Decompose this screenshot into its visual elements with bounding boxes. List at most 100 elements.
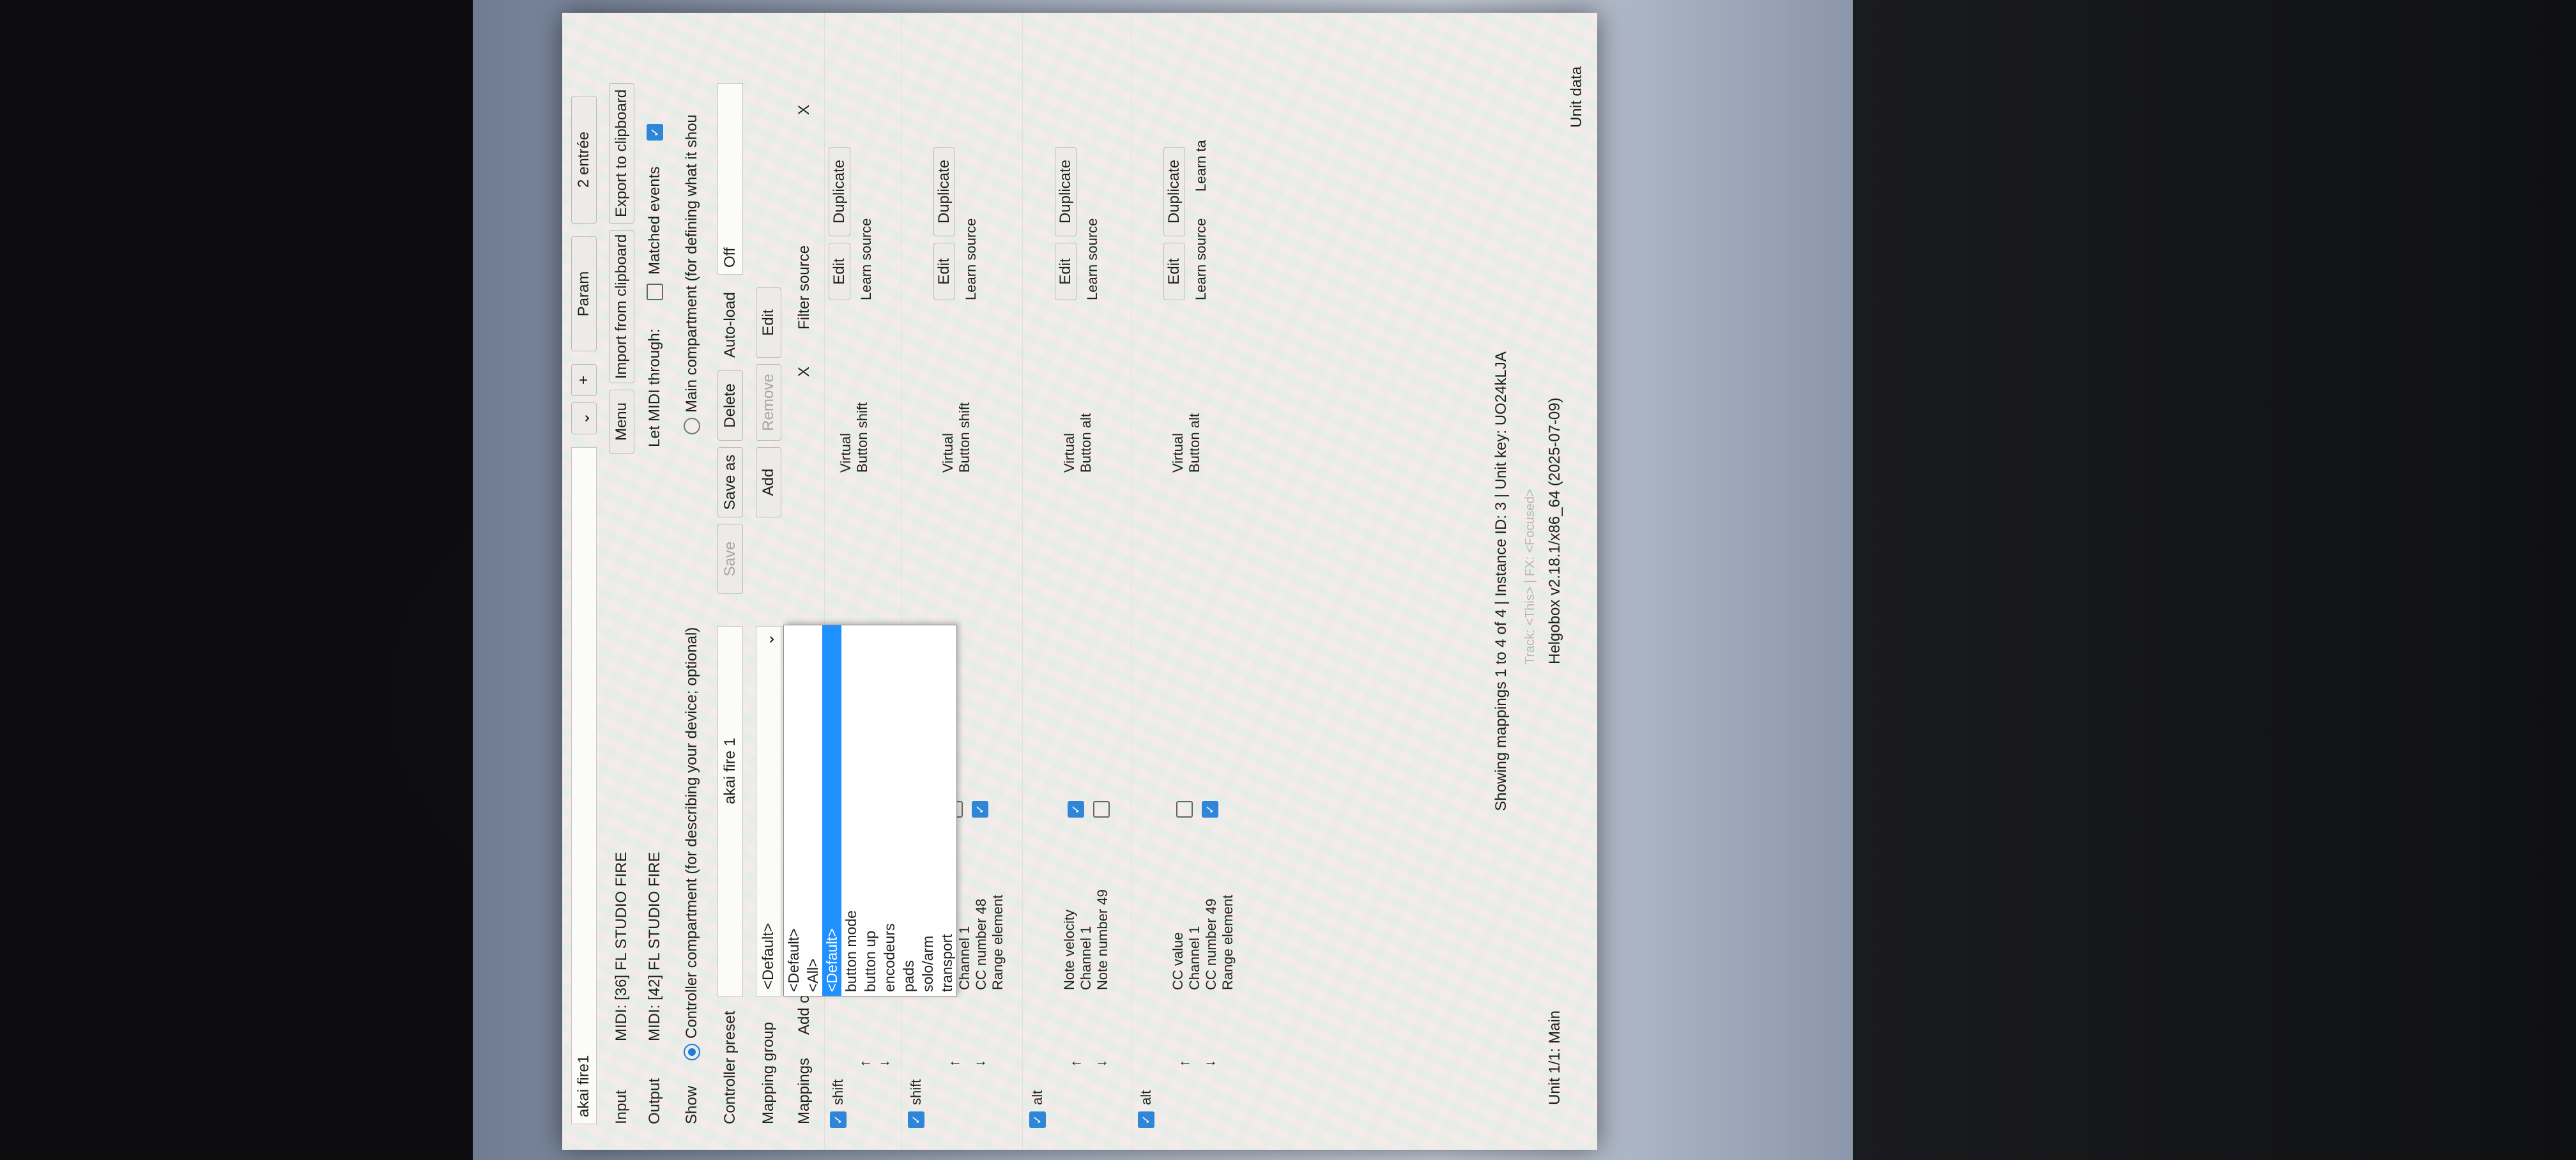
dropdown-option[interactable]: encodeurs [880,625,899,996]
target-name: Button shift [854,402,870,473]
arrow-up-icon[interactable]: ↑ [1068,1060,1084,1067]
input-value: MIDI: [36] FL STUDIO FIRE [613,851,630,1041]
output-label: Output [646,1078,663,1124]
helgobox-window: akai fire1 ⌄ + Param 2 entrée Input MIDI… [562,13,1597,1150]
dropdown-option[interactable]: pads [899,625,918,996]
status-summary-row: Showing mappings 1 to 4 of 4 | Instance … [1489,13,1514,1150]
preset-select[interactable]: akai fire 1 [717,626,743,996]
mapping-name: alt [1029,1090,1045,1105]
learn-source-button[interactable]: Learn source [1084,218,1101,300]
source-learn-checkbox[interactable] [1176,801,1193,818]
main-compartment-radio[interactable] [684,418,700,434]
add-one-button[interactable]: Add o [795,995,813,1035]
output-select[interactable]: MIDI: [42] FL STUDIO FIRE [642,690,668,1048]
arrow-down-icon[interactable]: ↓ [972,1060,988,1067]
dropdown-option[interactable]: button up [861,625,880,996]
mapping-name: shift [830,1079,846,1105]
learn-source-button[interactable]: Learn source [1193,218,1209,300]
mapping-duplicate-button[interactable]: Duplicate [1163,147,1185,236]
preset-delete-button[interactable]: Delete [717,370,743,441]
learn-source-button[interactable]: Learn source [858,218,875,300]
mapping-row-3[interactable]: ✓ alt ↑ ↓ Note velocity Channel 1 Note n… [1022,13,1131,1150]
mapping-duplicate-button[interactable]: Duplicate [933,147,955,236]
group-edit-button[interactable]: Edit [756,287,781,358]
mapping-enable-checkbox[interactable]: ✓ [908,1111,924,1128]
mapping-group-dropdown[interactable]: <Default> <All> <Default> button mode bu… [783,625,957,996]
export-clipboard-button[interactable]: Export to clipboard [609,83,634,224]
mapping-edit-button[interactable]: Edit [1163,243,1185,300]
arrow-down-icon[interactable]: ↓ [876,1060,893,1067]
filter-source-button[interactable]: Filter source [792,224,817,351]
dropdown-option[interactable]: solo/arm [918,625,937,996]
target-type: Virtual [1061,433,1077,473]
window-title-field[interactable]: akai fire1 [571,447,597,1124]
clear-filter-icon[interactable]: X [795,367,813,377]
add-instance-button[interactable]: + [571,364,597,396]
matched-events-label: Matched events [646,166,663,275]
dropdown-option-selected[interactable]: <Default> [822,625,841,996]
arrow-down-icon[interactable]: ↓ [1093,1060,1110,1067]
import-clipboard-button[interactable]: Import from clipboard [609,230,634,383]
mapping-duplicate-button[interactable]: Duplicate [1055,147,1077,236]
mappings-label: Mappings [795,1057,813,1124]
status-track-row: Track: <This> | FX: <Focused> [1521,13,1540,1150]
input-label: Input [613,1090,630,1124]
arrow-up-icon[interactable]: ↑ [857,1060,873,1067]
source-learn-checkbox[interactable]: ✓ [1068,801,1084,818]
mapping-row-4[interactable]: ✓ alt ↑ ↓ CC value Channel 1 CC number 4… [1131,13,1272,1150]
window-title: akai fire1 [575,1055,592,1117]
mapping-name: alt [1138,1090,1154,1105]
title-row: akai fire1 ⌄ + Param 2 entrée [569,13,599,1150]
chevron-down-icon: ⌄ [760,633,778,646]
menu-button[interactable]: Menu [609,390,634,454]
input-select[interactable]: MIDI: [36] FL STUDIO FIRE [609,690,634,1048]
target-learn-checkbox[interactable] [1093,801,1110,818]
mapping-edit-button[interactable]: Edit [1055,243,1077,300]
show-label: Show [683,1085,700,1124]
mapping-edit-button[interactable]: Edit [933,243,955,300]
mapping-enable-checkbox[interactable]: ✓ [1029,1111,1046,1128]
dropdown-option[interactable]: button mode [841,625,861,996]
preset-save-button[interactable]: Save [717,524,743,594]
controller-compartment-radio[interactable] [684,1044,700,1060]
entree-tab[interactable]: 2 entrée [571,96,597,224]
arrow-up-icon[interactable]: ↑ [946,1060,963,1067]
clear-filter-icon-2[interactable]: X [795,105,813,115]
let-midi-through-checkbox[interactable] [647,284,663,300]
learn-target-button[interactable]: Learn ta [1193,140,1209,192]
mapping-group-value: <Default> [760,922,777,989]
title-dropdown-arrow[interactable]: ⌄ [571,402,597,434]
dropdown-option[interactable]: <All> [803,625,822,996]
dropdown-option[interactable]: transport [937,625,956,996]
preset-save-as-button[interactable]: Save as [717,447,743,517]
mapping-duplicate-button[interactable]: Duplicate [829,147,850,236]
preset-row: Controller preset akai fire 1 Save Save … [716,13,745,1150]
arrow-up-icon[interactable]: ↑ [1176,1060,1193,1067]
unit-data-button[interactable]: Unit data [1568,66,1586,128]
group-add-button[interactable]: Add [756,447,781,517]
arrow-down-icon[interactable]: ↓ [1202,1060,1218,1067]
unit-data-row: Unit data [1565,13,1588,1150]
mapping-enable-checkbox[interactable]: ✓ [1138,1111,1154,1128]
matched-events-checkbox[interactable]: ✓ [647,124,663,141]
show-row: Show Controller compartment (for describ… [677,13,707,1150]
learn-source-button[interactable]: Learn source [963,218,979,300]
auto-load-select[interactable]: Off [717,83,743,275]
target-learn-checkbox[interactable]: ✓ [1202,801,1218,818]
dropdown-option[interactable]: <Default> [784,625,803,996]
source-description: CC value Channel 1 CC number 49 Range el… [1170,894,1236,990]
target-learn-checkbox[interactable]: ✓ [972,801,988,818]
target-name: Button alt [1186,413,1202,473]
target-name: Button shift [956,402,972,473]
group-remove-button[interactable]: Remove [756,364,781,441]
mapping-enable-checkbox[interactable]: ✓ [830,1111,847,1128]
target-type: Virtual [1170,433,1186,473]
param-tab[interactable]: Param [571,236,597,351]
preset-value: akai fire 1 [721,737,739,804]
mapping-group-select[interactable]: <Default> ⌄ [756,626,781,996]
controller-compartment-option[interactable]: Controller compartment (for describing y… [683,627,701,1060]
laptop-keyboard [1853,0,2576,1160]
mapping-edit-button[interactable]: Edit [829,243,850,300]
main-compartment-option[interactable]: Main compartment (for defining what it s… [683,114,701,434]
preset-label: Controller preset [721,1011,739,1124]
